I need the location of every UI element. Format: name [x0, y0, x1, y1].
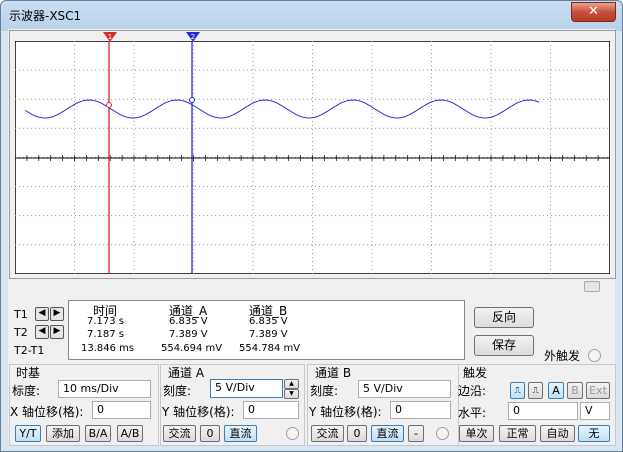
cursor-t1-marker	[106, 102, 112, 108]
trigger-normal-button[interactable]: 正常	[499, 425, 536, 442]
channel-a-radio[interactable]	[286, 427, 299, 440]
scope-screen[interactable]	[15, 41, 610, 274]
channel-a-scale-label: 刻度:	[163, 384, 192, 398]
channel-b-ypos-input[interactable]: 0	[390, 401, 451, 419]
falling-edge-icon[interactable]: ⎍	[528, 382, 543, 399]
t2-channel-b: 7.389 V	[249, 329, 288, 340]
trigger-source-a[interactable]: A	[548, 382, 564, 399]
timebase-scale-label: 标度:	[12, 384, 41, 398]
oscilloscope-window: 示波器-XSC1 ✕ 1 2 T1 ◀ ▶ T2 ◀ ▶ T2-T1 时间 通道…	[0, 0, 623, 452]
t1-channel-b: 6.835 V	[249, 316, 288, 327]
x-position-input[interactable]: 0	[92, 401, 151, 419]
channel-a-title: 通道 A	[168, 366, 205, 380]
mode-ba-button[interactable]: B/A	[85, 425, 111, 442]
channel-a-ypos-label: Y 轴位移(格):	[162, 405, 235, 419]
client-area: 1 2 T1 ◀ ▶ T2 ◀ ▶ T2-T1 时间 通道_A 通道_B 7.1…	[8, 29, 616, 446]
close-button[interactable]: ✕	[571, 2, 616, 22]
trigger-auto-button[interactable]: 自动	[540, 425, 575, 442]
cursor-t2-marker	[189, 97, 195, 103]
cursor-handles: 1 2	[103, 32, 200, 42]
title-bar[interactable]: 示波器-XSC1 ✕	[1, 1, 622, 29]
x-position-label: X 轴位移(格):	[10, 405, 84, 419]
save-button[interactable]: 保存	[474, 335, 534, 356]
trigger-source-b[interactable]: B	[567, 382, 583, 399]
t1-label: T1	[14, 308, 28, 321]
channel-a-ac-button[interactable]: 交流	[163, 425, 196, 442]
ext-trigger-radio[interactable]	[588, 349, 601, 362]
channel-a-dc-button[interactable]: 直流	[224, 425, 257, 442]
t2-left-arrow[interactable]: ◀	[35, 325, 49, 339]
delta-channel-a: 554.694 mV	[161, 343, 223, 354]
t2-right-arrow[interactable]: ▶	[50, 325, 64, 339]
timebase-scale-input[interactable]: 10 ms/Div	[58, 380, 151, 398]
trigger-level-label: 水平:	[458, 406, 487, 420]
t1-left-arrow[interactable]: ◀	[35, 307, 49, 321]
trigger-level-unit[interactable]: V	[580, 402, 610, 420]
channel-b-zero-button[interactable]: 0	[347, 425, 367, 442]
channel-a-scale-input[interactable]: 5 V/Div	[210, 379, 283, 398]
channel-a-ypos-input[interactable]: 0	[243, 401, 299, 419]
channel-b-scale-label: 刻度:	[310, 384, 339, 398]
channel-b-ypos-label: Y 轴位移(格):	[309, 405, 382, 419]
cursor-t1-label: 1	[108, 33, 112, 41]
channel-b-dc-button[interactable]: 直流	[371, 425, 404, 442]
channel-b-title: 通道 B	[315, 366, 352, 380]
channel-a-scale-up[interactable]: ▲	[284, 379, 299, 389]
t2-channel-a: 7.389 V	[169, 329, 208, 340]
t2-label: T2	[14, 326, 28, 339]
trigger-edge-label: 边沿:	[458, 384, 487, 398]
t2-t1-label: T2-T1	[14, 344, 45, 357]
channel-a-scale-down[interactable]: ▼	[284, 389, 299, 399]
delta-channel-b: 554.784 mV	[239, 343, 301, 354]
window-title: 示波器-XSC1	[9, 9, 82, 23]
mode-ab-button[interactable]: A/B	[117, 425, 143, 442]
channel-b-ac-button[interactable]: 交流	[311, 425, 344, 442]
trigger-source-ext[interactable]: Ext	[586, 382, 610, 399]
t2-time: 7.187 s	[87, 329, 125, 340]
ext-trigger-label: 外触发	[544, 349, 581, 363]
delta-time: 13.846 ms	[81, 343, 135, 354]
channel-b-radio[interactable]	[436, 427, 449, 440]
channel-b-scale-input[interactable]: 5 V/Div	[358, 380, 451, 398]
trigger-none-button[interactable]: 无	[578, 425, 610, 442]
scope-frame: 1 2	[9, 30, 616, 279]
scrollbar-thumb[interactable]	[584, 281, 600, 292]
cursor-t2-label: 2	[191, 33, 195, 41]
mode-yt-button[interactable]: Y/T	[15, 425, 41, 442]
t1-channel-a: 6.835 V	[169, 316, 208, 327]
horizontal-scrollbar[interactable]	[9, 279, 614, 293]
trigger-single-button[interactable]: 单次	[459, 425, 494, 442]
rising-edge-icon[interactable]: ⎍	[510, 382, 525, 399]
mode-add-button[interactable]: 添加	[46, 425, 80, 442]
trigger-level-input[interactable]: 0	[508, 402, 578, 420]
trigger-title: 触发	[463, 366, 488, 380]
t1-time: 7.173 s	[87, 316, 125, 327]
timebase-title: 时基	[16, 366, 41, 380]
reverse-button[interactable]: 反向	[474, 307, 534, 328]
measurement-readout: 时间 通道_A 通道_B 7.173 s 6.835 V 6.835 V 7.1…	[68, 300, 465, 360]
channel-b-invert-button[interactable]: -	[408, 425, 424, 442]
channel-a-zero-button[interactable]: 0	[200, 425, 220, 442]
t1-right-arrow[interactable]: ▶	[50, 307, 64, 321]
